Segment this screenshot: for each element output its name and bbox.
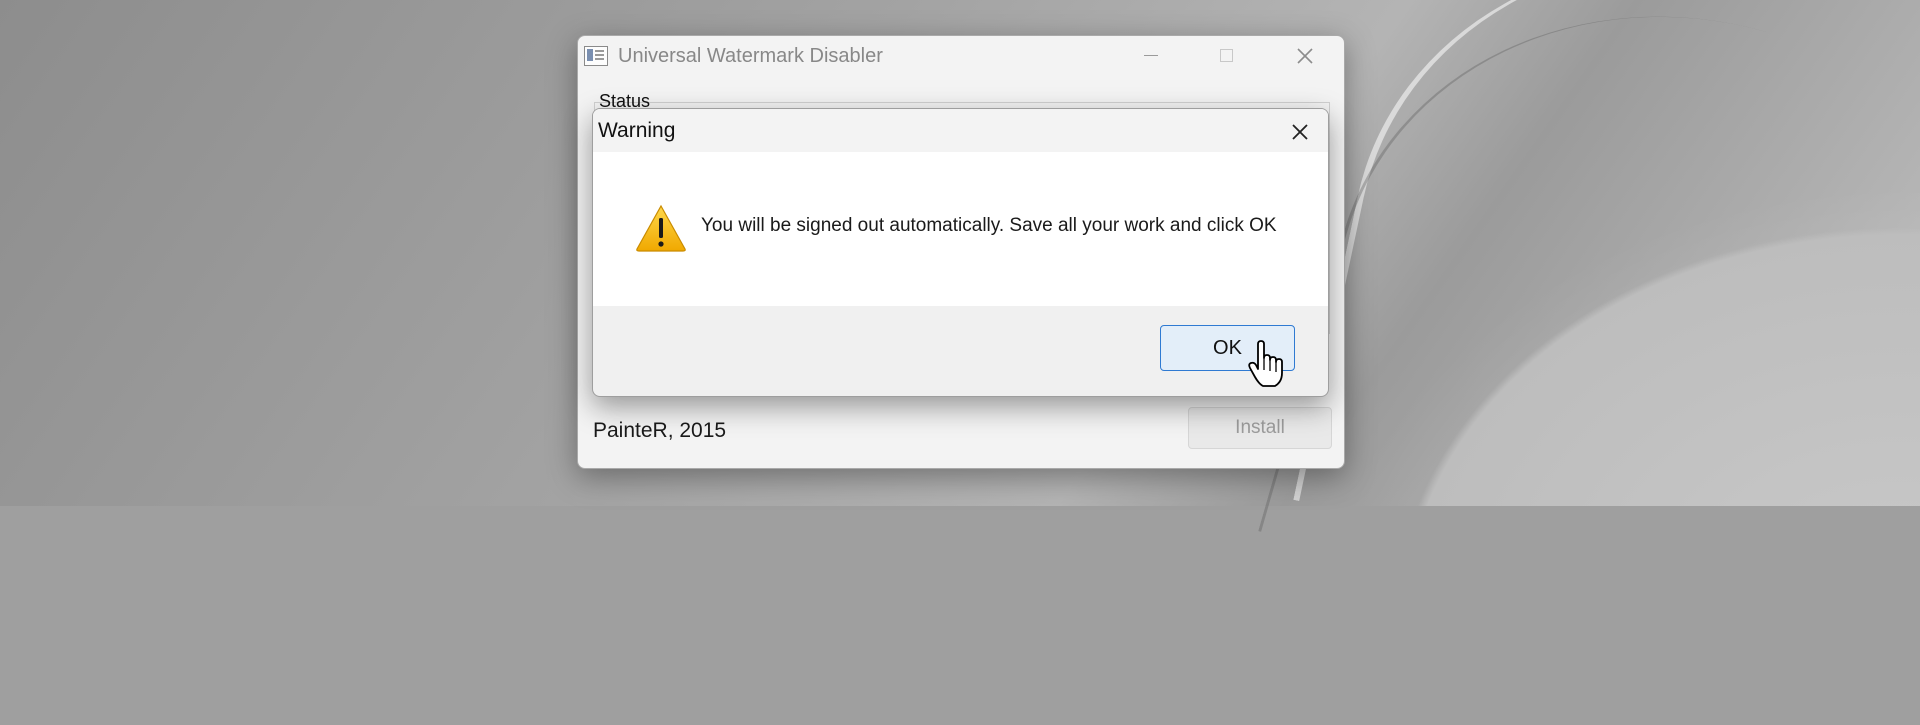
dialog-message: You will be signed out automatically. Sa… (701, 215, 1277, 236)
dialog-close-button[interactable] (1283, 117, 1317, 145)
window-close-button[interactable] (1268, 36, 1344, 76)
app-titlebar[interactable]: Universal Watermark Disabler (578, 36, 1344, 76)
dialog-body: You will be signed out automatically. Sa… (593, 152, 1328, 306)
credit-text: PainteR, 2015 (593, 419, 727, 442)
maximize-button[interactable] (1188, 36, 1264, 76)
app-icon (584, 46, 608, 66)
app-title: Universal Watermark Disabler (618, 45, 883, 67)
warning-icon (636, 204, 686, 252)
warning-dialog: Warning You will be signed out automatic… (592, 108, 1329, 397)
install-button[interactable]: Install (1188, 407, 1332, 449)
minimize-button[interactable] (1112, 36, 1188, 76)
hand-cursor-icon (1248, 340, 1283, 387)
dialog-titlebar[interactable]: Warning (593, 109, 1328, 152)
dialog-title: Warning (598, 119, 676, 142)
close-icon (1297, 48, 1313, 64)
close-icon (1292, 124, 1308, 140)
